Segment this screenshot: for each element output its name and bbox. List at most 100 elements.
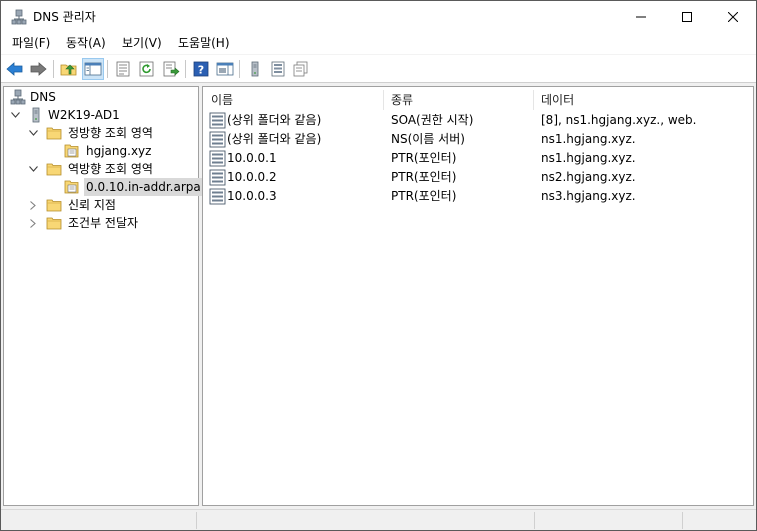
status-segment [196,512,197,529]
export-list-icon [163,61,180,77]
menu-action[interactable]: 동작(A) [64,35,108,51]
console-tree[interactable]: DNS W2K19-AD1 정방향 조회 영역 hgjang.xyz 역방향 조… [3,86,203,506]
column-divider[interactable] [533,90,534,110]
tree-node-dns[interactable]: DNS [8,88,188,106]
record-data: ns1.hgjang.xyz. [541,151,636,165]
close-button[interactable] [710,1,756,32]
column-divider[interactable] [383,90,384,110]
folder-icon [46,161,62,177]
show-action-pane-button[interactable] [214,58,236,80]
server-icon [28,107,44,123]
tree-node-server[interactable]: W2K19-AD1 [8,106,188,124]
menu-view[interactable]: 보기(V) [120,35,164,51]
help-button[interactable]: ? [190,58,212,80]
forward-icon [30,62,47,76]
folder-icon [46,215,62,231]
column-header-name[interactable]: 이름 [211,89,233,111]
chevron-down-icon[interactable] [10,106,20,124]
properties-button[interactable] [112,58,134,80]
record-type: SOA(권한 시작) [391,113,474,127]
toolbar: ? [1,54,756,83]
records-button[interactable] [267,58,289,80]
forward-button[interactable] [27,58,49,80]
maximize-icon [682,11,692,22]
chevron-right-icon[interactable] [28,214,38,232]
records-list[interactable]: 이름 종류 데이터 (상위 폴더와 같음) SOA(권한 시작) [8], ns… [202,86,754,506]
menu-bar: 파일(F) 동작(A) 보기(V) 도움말(H) [1,32,756,54]
chevron-right-icon[interactable] [28,196,38,214]
record-data: ns3.hgjang.xyz. [541,189,636,203]
up-folder-icon [60,64,77,76]
record-name: 10.0.0.2 [227,170,277,184]
records-icon [271,61,285,77]
tree-node-reverse-zones[interactable]: 역방향 조회 영역 [8,160,193,178]
column-header-data[interactable]: 데이터 [541,89,574,111]
tree-node-reverse-zone-item[interactable]: 0.0.10.in-addr.arpa [8,178,203,196]
record-icon [209,169,226,186]
minimize-button[interactable] [618,1,664,32]
column-header-type[interactable]: 종류 [391,89,413,111]
zone-icon [64,143,80,159]
refresh-button[interactable] [136,58,158,80]
properties-icon [116,61,130,77]
status-bar [1,509,756,530]
record-type: NS(이름 서버) [391,132,465,146]
refresh-icon [139,61,154,77]
tree-label: 신뢰 지점 [68,198,116,212]
chevron-down-icon[interactable] [28,124,38,142]
tree-label: DNS [30,90,56,104]
title-bar[interactable]: DNS 관리자 [1,1,756,32]
dns-app-icon [11,9,27,25]
status-segment [534,512,535,529]
maximize-button[interactable] [664,1,710,32]
toolbar-separator [107,60,108,78]
minimize-icon [636,16,646,17]
record-row[interactable]: (상위 폴더와 같음) NS(이름 서버) ns1.hgjang.xyz. [207,130,747,149]
tree-node-trust-points[interactable]: 신뢰 지점 [8,196,193,214]
record-data: ns1.hgjang.xyz. [541,132,636,146]
record-type: PTR(포인터) [391,189,457,203]
server-button[interactable] [244,58,266,80]
show-hide-tree-icon [84,62,102,76]
folder-icon [46,197,62,213]
back-icon [6,62,23,76]
record-icon [209,112,226,129]
toolbar-separator [185,60,186,78]
record-data: [8], ns1.hgjang.xyz., web. [541,113,697,127]
toolbar-separator [53,60,54,78]
record-row[interactable]: 10.0.0.2 PTR(포인터) ns2.hgjang.xyz. [207,168,747,187]
tree-node-conditional-forwarders[interactable]: 조건부 전달자 [8,214,193,232]
menu-file[interactable]: 파일(F) [10,35,52,51]
dns-manager-window: DNS 관리자 파일(F) 동작(A) 보기(V) 도움말(H) ? DNS W… [0,0,757,531]
show-pane-icon [216,62,234,76]
back-button[interactable] [4,58,26,80]
up-level-button[interactable] [58,58,80,80]
record-icon [209,131,226,148]
copy-button[interactable] [290,58,312,80]
server-icon [251,61,259,77]
close-icon [728,11,738,22]
show-hide-console-tree-button[interactable] [82,58,104,80]
copy-icon [293,61,308,77]
menu-help[interactable]: 도움말(H) [176,35,232,51]
record-type: PTR(포인터) [391,151,457,165]
tree-label: 0.0.10.in-addr.arpa [84,178,203,196]
record-row[interactable]: 10.0.0.3 PTR(포인터) ns3.hgjang.xyz. [207,187,747,206]
dns-icon [10,89,26,105]
record-row[interactable]: (상위 폴더와 같음) SOA(권한 시작) [8], ns1.hgjang.x… [207,111,747,130]
tree-node-forward-zones[interactable]: 정방향 조회 영역 [8,124,193,142]
tree-label: 정방향 조회 영역 [68,126,153,140]
tree-label: 조건부 전달자 [68,216,139,230]
record-name: (상위 폴더와 같음) [227,113,322,127]
record-name: 10.0.0.3 [227,189,277,203]
export-list-button[interactable] [160,58,182,80]
window-title: DNS 관리자 [33,10,96,24]
record-row[interactable]: 10.0.0.1 PTR(포인터) ns1.hgjang.xyz. [207,149,747,168]
record-type: PTR(포인터) [391,170,457,184]
folder-icon [46,125,62,141]
tree-label: hgjang.xyz [86,144,152,158]
chevron-down-icon[interactable] [28,160,38,178]
svg-text:?: ? [198,64,204,77]
tree-node-forward-zone-item[interactable]: hgjang.xyz [8,142,193,160]
zone-icon [64,179,80,195]
